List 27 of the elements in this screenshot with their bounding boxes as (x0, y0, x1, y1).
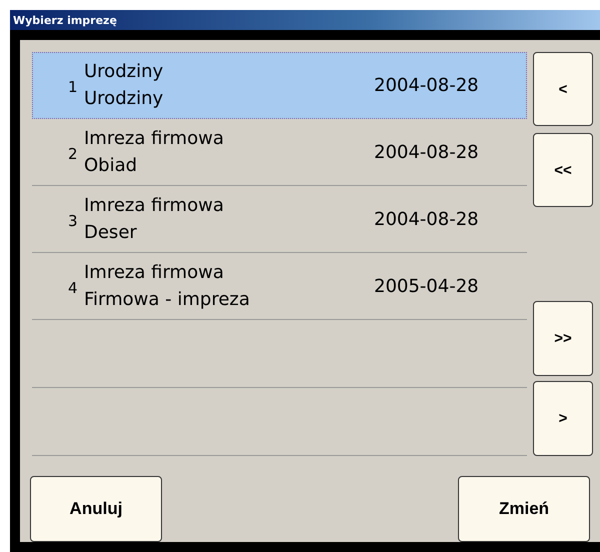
cancel-button[interactable]: Anuluj (30, 476, 162, 542)
event-row[interactable]: 1 Urodziny Urodziny 2004-08-28 (32, 52, 527, 119)
event-date: 2004-08-28 (374, 208, 479, 230)
event-name: Imreza firmowa (84, 127, 225, 151)
change-button[interactable]: Zmień (458, 476, 590, 542)
event-name: Imreza firmowa (84, 261, 225, 285)
event-number: 4 (68, 279, 79, 297)
event-date: 2004-08-28 (374, 142, 479, 162)
event-date: 2004-08-28 (374, 74, 479, 96)
nav-button[interactable]: >> (533, 301, 593, 376)
event-row[interactable]: 2 Imreza firmowa Obiad 2004-08-28 (32, 119, 527, 186)
event-subtitle: Firmowa - impreza (84, 288, 251, 312)
event-name: Imreza firmowa (84, 194, 225, 218)
event-subtitle: Deser (84, 221, 138, 245)
event-row[interactable]: 3 Imreza firmowa Deser 2004-08-28 (32, 186, 527, 253)
event-subtitle: Obiad (84, 154, 138, 178)
event-number: 1 (68, 78, 79, 96)
event-subtitle: Urodziny (84, 87, 164, 111)
event-row[interactable]: 4 Imreza firmowa Firmowa - impreza 2005-04-28 (32, 253, 527, 320)
nav-button[interactable]: << (533, 133, 593, 207)
event-number: 3 (68, 212, 79, 230)
event-name: Urodziny (84, 60, 164, 84)
nav-button[interactable]: < (533, 52, 593, 126)
window-title: Wybierz imprezę (13, 14, 117, 26)
event-date: 2005-04-28 (374, 276, 479, 296)
event-number: 2 (68, 145, 79, 163)
nav-button[interactable]: > (533, 381, 593, 456)
